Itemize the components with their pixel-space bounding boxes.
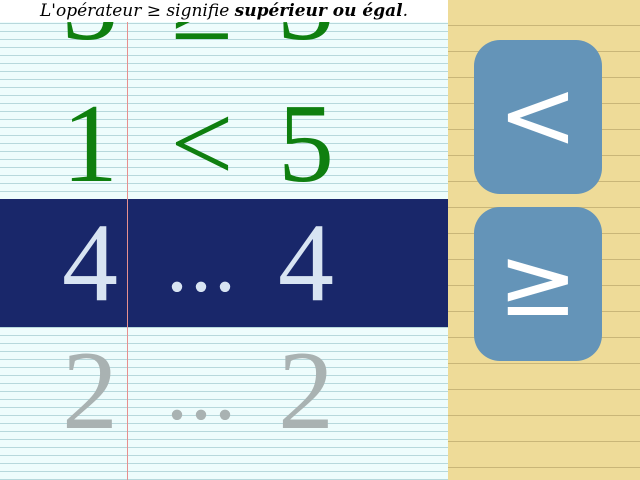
margin-line: [127, 0, 128, 480]
left-number: 2: [62, 329, 118, 453]
instruction-text: L'opérateur ≥ signifie supérieur ou égal…: [0, 0, 448, 22]
less-than-button[interactable]: <: [474, 40, 602, 194]
comparison-row-next: 2 ... 2: [0, 327, 448, 455]
right-number: 4: [278, 201, 334, 325]
operator-placeholder: ...: [166, 214, 238, 311]
instruction-bold: supérieur ou égal: [234, 1, 403, 21]
left-number: 4: [62, 201, 118, 325]
operator-placeholder: ...: [166, 342, 238, 439]
exercise-notebook: L'opérateur ≥ signifie supérieur ou égal…: [0, 0, 448, 480]
answer-notepad: < ≥: [448, 0, 640, 480]
operator: <: [170, 82, 234, 206]
instruction-prefix: L'opérateur ≥ signifie: [40, 1, 235, 21]
comparison-row-current: 4 ... 4: [0, 199, 448, 327]
instruction-suffix: .: [402, 1, 408, 21]
comparison-row-answered: 1 < 5: [0, 80, 448, 208]
right-number: 2: [278, 329, 334, 453]
left-number: 1: [62, 82, 118, 206]
right-number: 5: [278, 82, 334, 206]
greater-or-equal-button[interactable]: ≥: [474, 207, 602, 361]
